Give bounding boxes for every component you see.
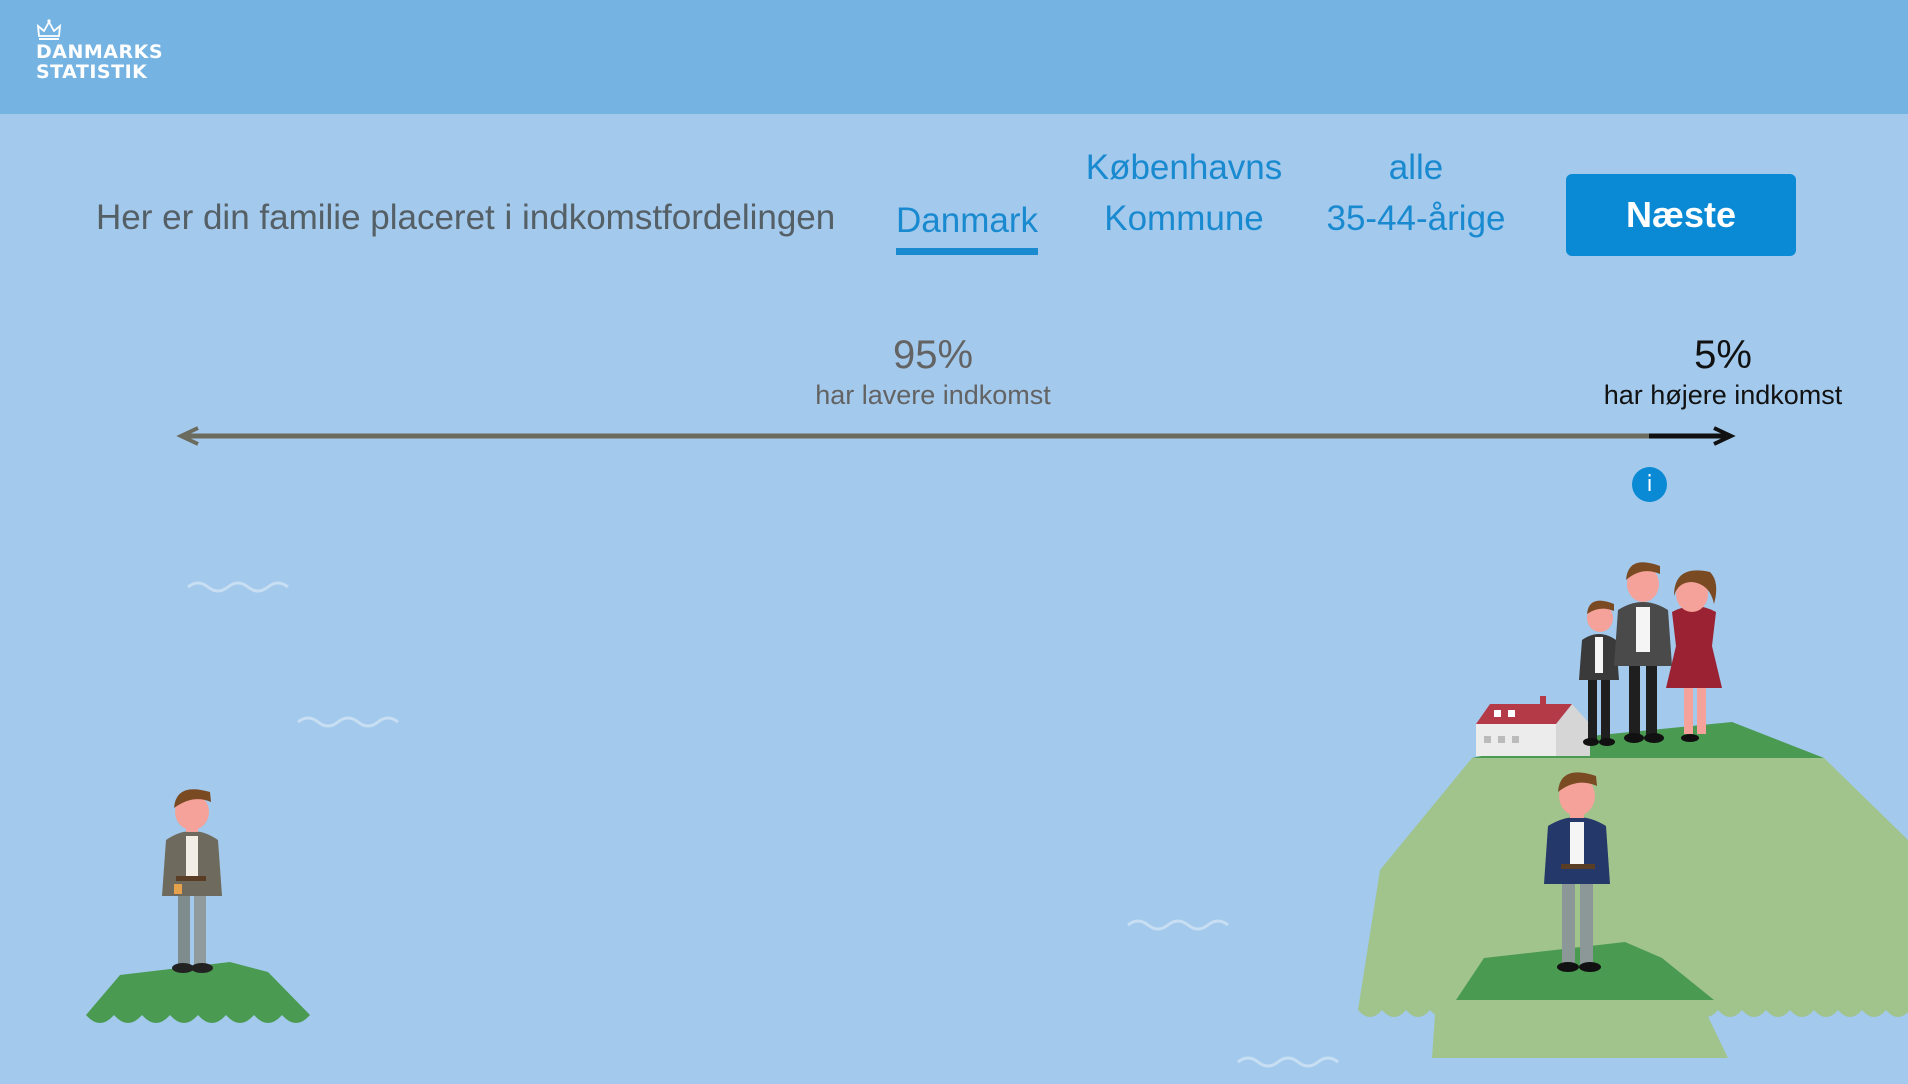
house-illustration <box>1476 696 1590 756</box>
water-waves <box>187 581 1339 1068</box>
illustration-scene <box>86 426 1908 1068</box>
family-figures <box>1579 562 1722 746</box>
single-person-figure <box>162 789 222 973</box>
income-distribution-arrow <box>176 426 1736 446</box>
info-button[interactable]: i <box>1632 467 1667 502</box>
large-island <box>1358 722 1908 1058</box>
